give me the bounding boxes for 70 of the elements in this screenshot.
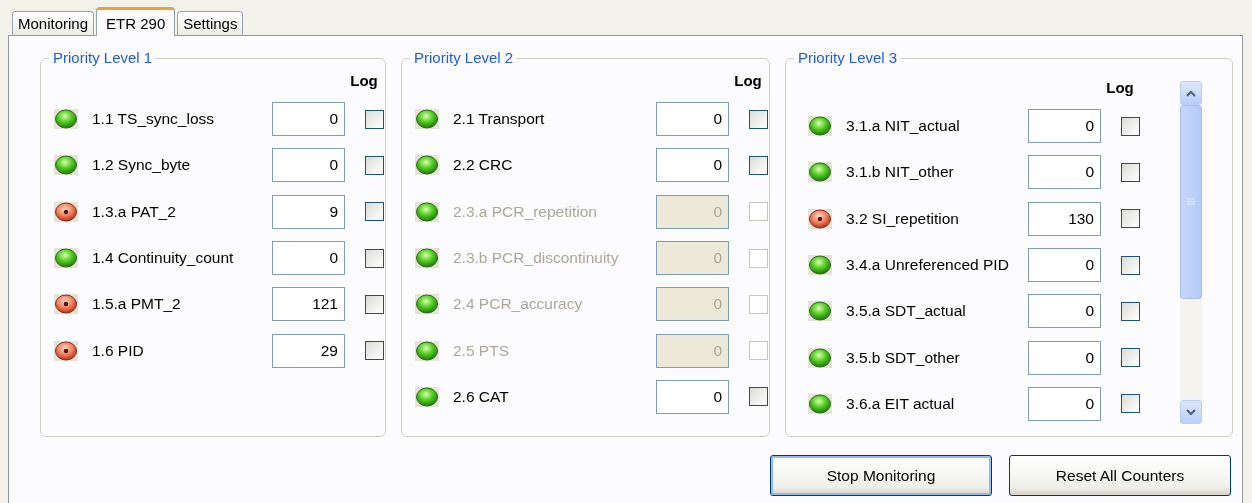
- counter-field[interactable]: 0: [656, 102, 729, 137]
- log-checkbox[interactable]: [1121, 255, 1140, 275]
- log-checkbox[interactable]: [1121, 162, 1140, 182]
- log-checkbox[interactable]: [1121, 209, 1140, 229]
- counter-field[interactable]: 0: [272, 241, 345, 276]
- counter-field[interactable]: 0: [1028, 155, 1101, 190]
- log-checkbox[interactable]: [749, 109, 768, 129]
- log-checkbox[interactable]: [365, 294, 384, 314]
- check-label: 1.5.a PMT_2: [92, 295, 182, 314]
- check-label: 2.4 PCR_accuracy: [453, 295, 584, 314]
- log-checkbox[interactable]: [1121, 394, 1140, 414]
- counter-field[interactable]: 0: [272, 102, 345, 137]
- scroll-thumb[interactable]: [1180, 105, 1202, 299]
- check-label: 2.3.a PCR_repetition: [453, 202, 598, 221]
- action-button[interactable]: Stop Monitoring: [770, 455, 992, 496]
- log-checkbox[interactable]: [365, 109, 384, 129]
- log-checkbox[interactable]: [1121, 116, 1140, 136]
- check-label: 3.1.b NIT_other: [846, 163, 955, 182]
- log-checkbox[interactable]: [365, 202, 384, 222]
- check-label: 3.5.a SDT_actual: [846, 302, 967, 321]
- tab[interactable]: Monitoring: [12, 11, 95, 35]
- counter-field[interactable]: 0: [1028, 294, 1101, 329]
- check-label: 3.4.a Unreferenced PID: [846, 256, 1010, 275]
- scroll-up-button[interactable]: [1180, 81, 1202, 105]
- check-label: 1.6 PID: [92, 341, 145, 360]
- counter-field[interactable]: 9: [272, 194, 345, 229]
- check-label: 2.1 Transport: [453, 110, 546, 129]
- check-label: 1.3.a PAT_2: [92, 202, 177, 221]
- check-label: 3.2 SI_repetition: [846, 209, 960, 228]
- counter-field[interactable]: 0: [1028, 109, 1101, 144]
- check-label: 3.1.a NIT_actual: [846, 117, 961, 136]
- action-button[interactable]: Reset All Counters: [1009, 455, 1231, 496]
- group-title: Priority Level 2: [410, 49, 518, 66]
- group-title: Priority Level 1: [49, 49, 157, 66]
- check-label: 1.1 TS_sync_loss: [92, 110, 216, 129]
- log-checkbox[interactable]: [1121, 348, 1140, 368]
- counter-field[interactable]: 0: [1028, 340, 1101, 375]
- column-header: Log: [733, 72, 763, 91]
- counter-field[interactable]: 29: [272, 333, 345, 368]
- counter-field[interactable]: 0: [1028, 248, 1101, 283]
- tab[interactable]: ETR 290: [96, 7, 176, 36]
- log-checkbox[interactable]: [749, 155, 768, 175]
- log-checkbox[interactable]: [365, 155, 384, 175]
- counter-field[interactable]: 0: [1028, 386, 1101, 421]
- counter-field[interactable]: 0: [272, 148, 345, 183]
- check-label: 1.4 Continuity_count: [92, 249, 235, 268]
- counter-field[interactable]: 130: [1028, 201, 1101, 236]
- counter-field[interactable]: 0: [656, 379, 729, 414]
- column-header: Log: [1105, 79, 1135, 98]
- counter-field[interactable]: 121: [272, 287, 345, 322]
- check-label: 2.3.b PCR_discontinuity: [453, 249, 620, 268]
- grip-icon: [1186, 198, 1196, 206]
- log-checkbox[interactable]: [1121, 301, 1140, 321]
- check-label: 1.2 Sync_byte: [92, 156, 192, 175]
- log-checkbox[interactable]: [365, 341, 384, 361]
- tab[interactable]: Settings: [177, 11, 244, 35]
- scrollbar[interactable]: [1180, 81, 1202, 424]
- chevron-down-icon: [1186, 408, 1196, 416]
- check-label: 3.6.a EIT actual: [846, 394, 956, 413]
- chevron-up-icon: [1186, 89, 1196, 97]
- scroll-down-button[interactable]: [1180, 400, 1202, 424]
- check-label: 2.2 CRC: [453, 156, 514, 175]
- check-label: 2.6 CAT: [453, 387, 510, 406]
- group-title: Priority Level 3: [794, 49, 902, 66]
- column-header: Log: [349, 72, 379, 91]
- log-checkbox[interactable]: [749, 387, 768, 407]
- check-label: 3.5.b SDT_other: [846, 348, 961, 367]
- log-checkbox[interactable]: [365, 248, 384, 268]
- counter-field[interactable]: 0: [656, 148, 729, 183]
- check-label: 2.5 PTS: [453, 341, 510, 360]
